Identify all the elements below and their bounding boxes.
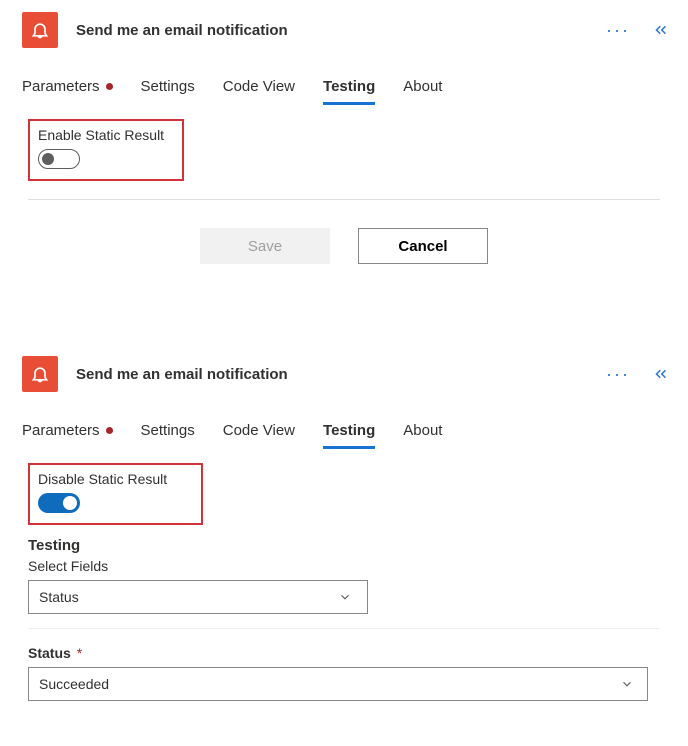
tab-label: Testing bbox=[323, 422, 375, 439]
tab-settings[interactable]: Settings bbox=[141, 72, 195, 105]
panel-gap bbox=[0, 294, 688, 344]
highlight-annotation: Enable Static Result bbox=[28, 119, 184, 181]
static-result-toggle[interactable] bbox=[38, 493, 80, 513]
status-value: Succeeded bbox=[39, 676, 109, 692]
tab-label: Settings bbox=[141, 78, 195, 95]
header-actions: ··· bbox=[606, 364, 670, 385]
collapse-button[interactable] bbox=[652, 21, 670, 39]
static-result-toggle-label: Disable Static Result bbox=[38, 471, 167, 487]
panel-title: Send me an email notification bbox=[76, 22, 606, 39]
dirty-indicator-icon bbox=[106, 83, 113, 90]
tab-label: Parameters bbox=[22, 78, 100, 95]
dirty-indicator-icon bbox=[106, 427, 113, 434]
tab-parameters[interactable]: Parameters bbox=[22, 416, 113, 449]
toggle-knob bbox=[63, 496, 77, 510]
bell-icon bbox=[30, 364, 50, 384]
select-fields-dropdown[interactable]: Status bbox=[28, 580, 368, 614]
status-dropdown[interactable]: Succeeded bbox=[28, 667, 648, 701]
tab-body: Disable Static Result Testing Select Fie… bbox=[0, 449, 688, 701]
tab-parameters[interactable]: Parameters bbox=[22, 72, 113, 105]
notification-app-icon bbox=[22, 12, 58, 48]
status-wrap: Succeeded bbox=[28, 667, 660, 701]
tab-about[interactable]: About bbox=[403, 72, 442, 105]
tab-bar: Parameters Settings Code View Testing Ab… bbox=[0, 60, 688, 105]
action-row: Save Cancel bbox=[0, 200, 688, 274]
cancel-button[interactable]: Cancel bbox=[358, 228, 488, 264]
tab-code-view[interactable]: Code View bbox=[223, 72, 295, 105]
panel-toggle-off: Send me an email notification ··· Parame… bbox=[0, 0, 688, 294]
save-button: Save bbox=[200, 228, 330, 264]
status-label: Status * bbox=[28, 645, 660, 661]
tab-label: Code View bbox=[223, 422, 295, 439]
select-fields-wrap: Status bbox=[28, 580, 660, 614]
more-menu-button[interactable]: ··· bbox=[606, 20, 630, 41]
chevron-double-left-icon bbox=[652, 365, 670, 383]
static-result-toggle[interactable] bbox=[38, 149, 80, 169]
tab-about[interactable]: About bbox=[403, 416, 442, 449]
notification-app-icon bbox=[22, 356, 58, 392]
chevron-double-left-icon bbox=[652, 21, 670, 39]
tab-label: Testing bbox=[323, 78, 375, 95]
static-result-toggle-label: Enable Static Result bbox=[38, 127, 164, 143]
tab-label: Parameters bbox=[22, 422, 100, 439]
panel-header: Send me an email notification ··· bbox=[0, 0, 688, 60]
status-label-text: Status bbox=[28, 645, 71, 661]
collapse-button[interactable] bbox=[652, 365, 670, 383]
field-divider bbox=[28, 628, 660, 629]
tab-label: About bbox=[403, 422, 442, 439]
tab-label: Settings bbox=[141, 422, 195, 439]
toggle-knob bbox=[42, 153, 54, 165]
select-fields-value: Status bbox=[39, 589, 79, 605]
header-actions: ··· bbox=[606, 20, 670, 41]
more-menu-button[interactable]: ··· bbox=[606, 364, 630, 385]
tab-label: Code View bbox=[223, 78, 295, 95]
tab-body: Enable Static Result bbox=[0, 105, 688, 181]
highlight-annotation: Disable Static Result bbox=[28, 463, 203, 525]
tab-label: About bbox=[403, 78, 442, 95]
tab-settings[interactable]: Settings bbox=[141, 416, 195, 449]
tab-testing[interactable]: Testing bbox=[323, 416, 375, 449]
bell-icon bbox=[30, 20, 50, 40]
testing-section-heading: Testing bbox=[28, 537, 660, 554]
tab-testing[interactable]: Testing bbox=[323, 72, 375, 105]
tab-bar: Parameters Settings Code View Testing Ab… bbox=[0, 404, 688, 449]
panel-title: Send me an email notification bbox=[76, 366, 606, 383]
panel-toggle-on: Send me an email notification ··· Parame… bbox=[0, 344, 688, 735]
select-fields-label: Select Fields bbox=[28, 558, 660, 574]
tab-code-view[interactable]: Code View bbox=[223, 416, 295, 449]
required-indicator: * bbox=[77, 645, 82, 661]
panel-header: Send me an email notification ··· bbox=[0, 344, 688, 404]
